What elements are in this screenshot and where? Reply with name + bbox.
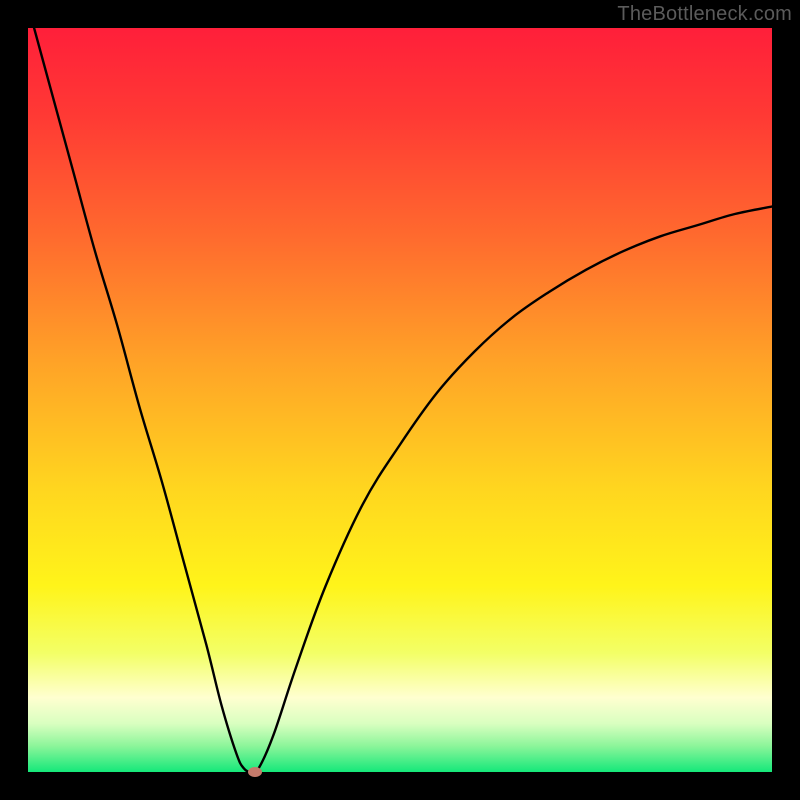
watermark-text: TheBottleneck.com bbox=[617, 3, 792, 26]
plot-area bbox=[28, 28, 772, 772]
bottleneck-curve bbox=[28, 28, 772, 772]
optimal-point-marker bbox=[248, 767, 262, 777]
chart-frame: TheBottleneck.com bbox=[0, 0, 800, 800]
